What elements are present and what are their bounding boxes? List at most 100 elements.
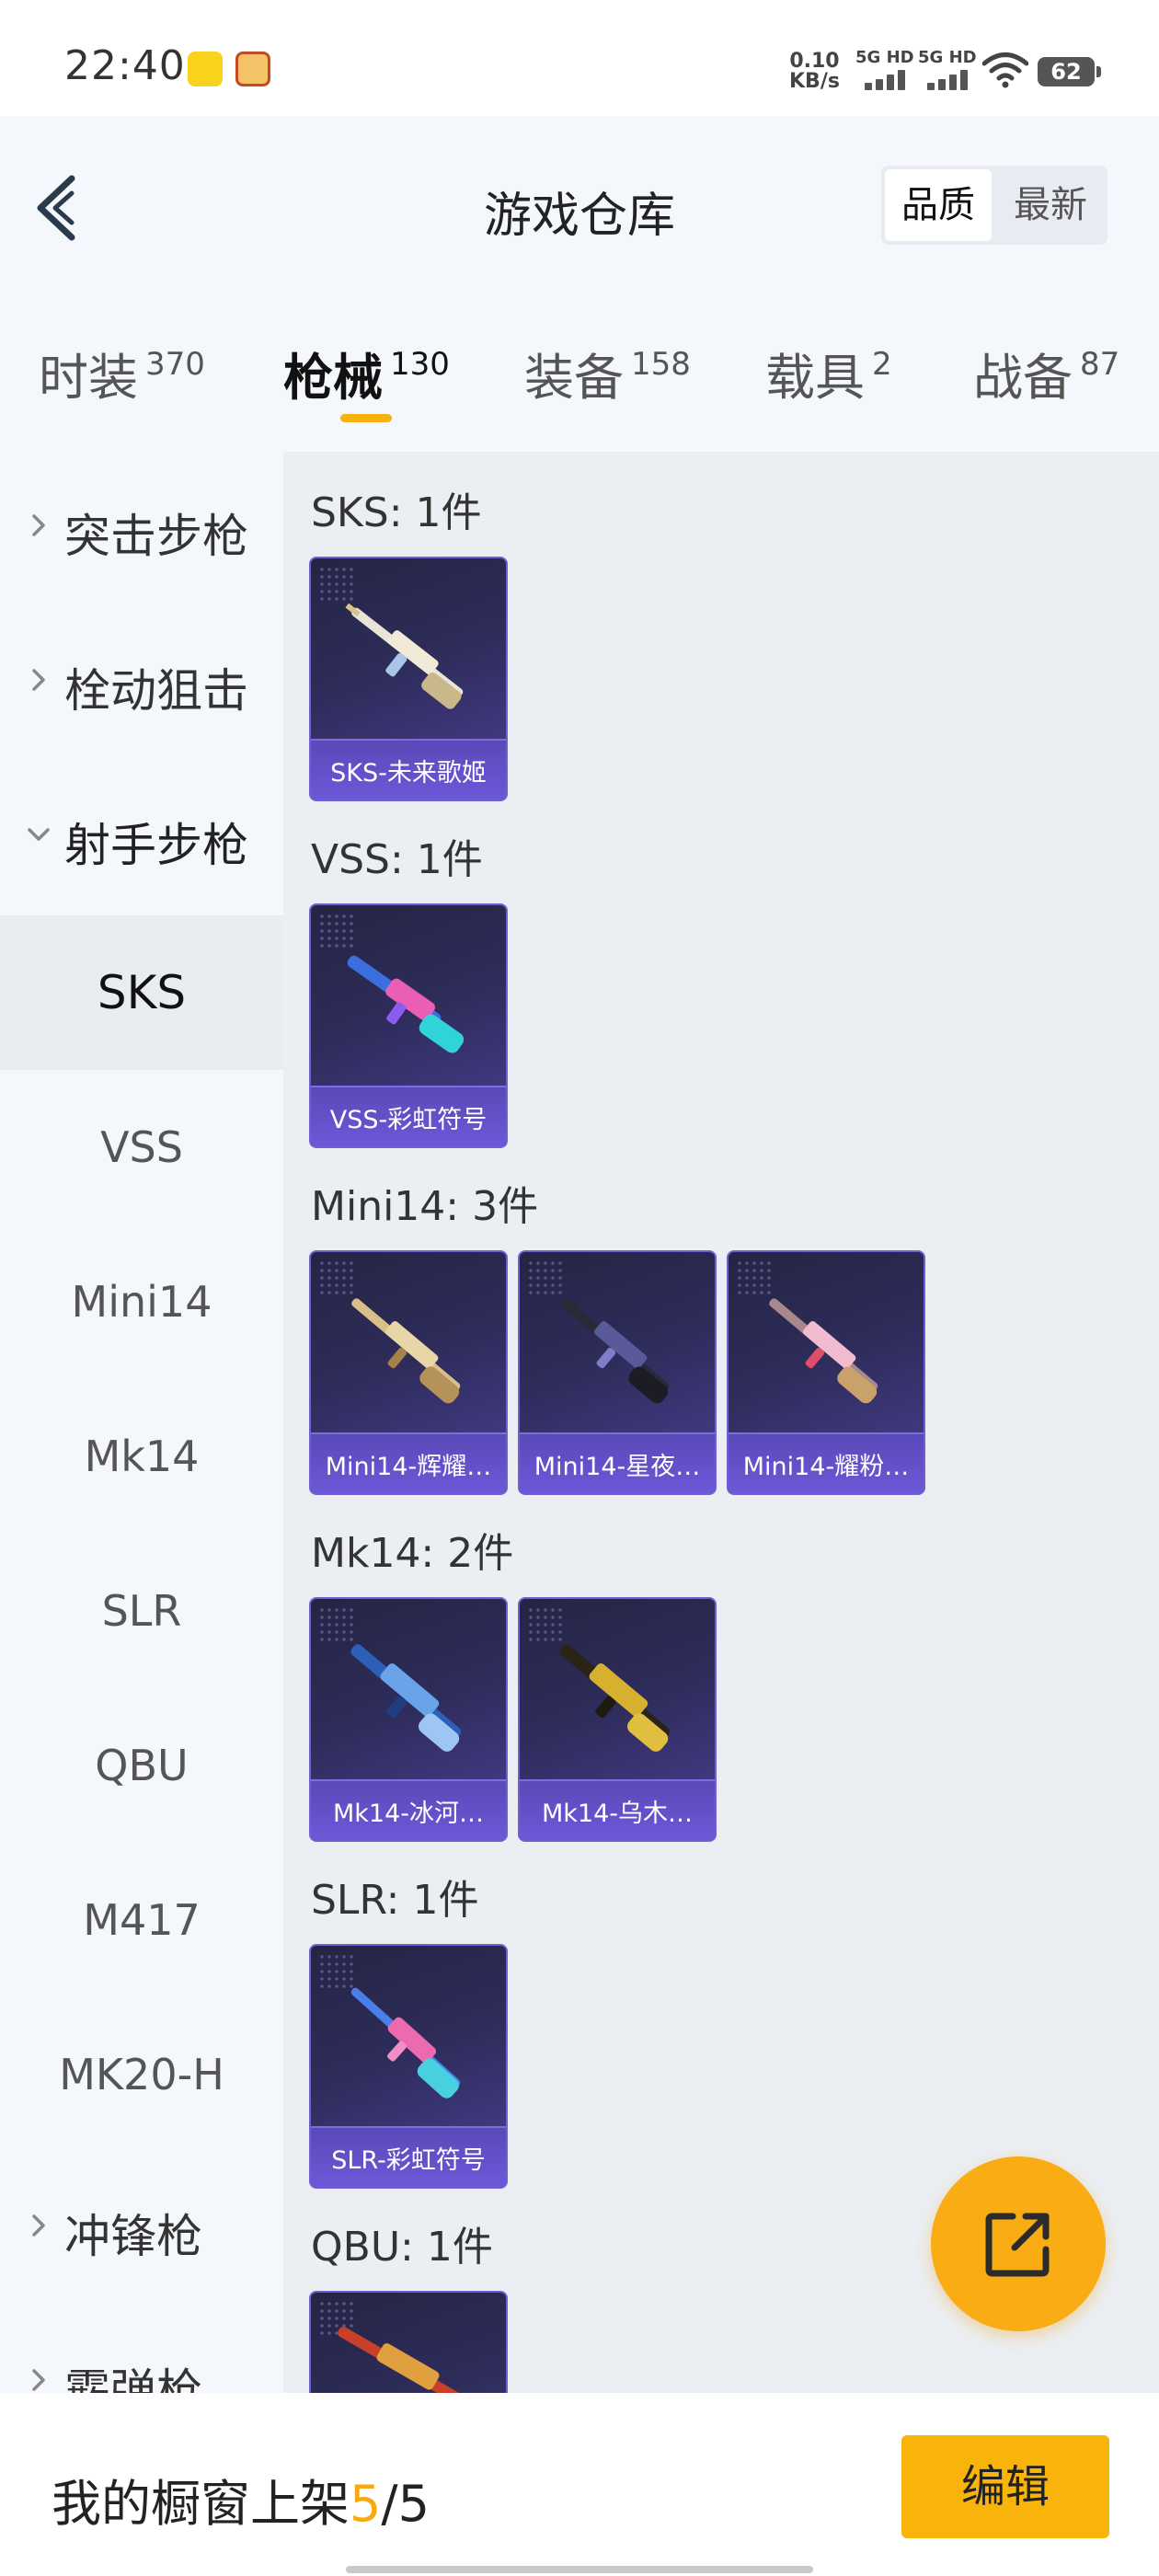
chevron-right-icon (32, 669, 45, 691)
showcase-bar: 我的橱窗上架5/5 编辑 (0, 2393, 1159, 2576)
section-title: Mk14: 2件 (311, 1530, 514, 1577)
sidebar-group-label: 突击步枪 (64, 510, 248, 563)
tab-equipment[interactable]: 装备 158 (524, 337, 691, 409)
chevron-down-icon (28, 828, 50, 841)
section-title: VSS: 1件 (311, 836, 483, 883)
home-indicator[interactable] (346, 2566, 813, 2573)
tab-count: 130 (390, 346, 450, 383)
sort-option-newest[interactable]: 最新 (997, 169, 1104, 241)
sidebar-group-shotgun[interactable]: 霰弹枪 (0, 2306, 283, 2393)
weapon-card-name: SKS-未来歌姬 (330, 759, 487, 788)
showcase-count-total: 5 (397, 2475, 430, 2533)
sidebar-group-bolt-sniper[interactable]: 栓动狙击 (0, 606, 283, 761)
category-tabs: 时装 370 枪械 130 装备 158 载具 2 战备 87 (0, 272, 1159, 452)
rifle-red-gold-icon (338, 2327, 460, 2393)
tab-fashion[interactable]: 时装 370 (39, 337, 205, 409)
section-title: SKS: 1件 (311, 489, 482, 536)
card-label-bar: SKS-未来歌姬 (311, 739, 506, 799)
tab-firearms[interactable]: 枪械 130 (283, 337, 450, 409)
sidebar-item-m417[interactable]: M417 (0, 1843, 283, 1997)
showcase-count-separator: / (381, 2475, 398, 2533)
card-label-bar: Mini14-星夜… (520, 1432, 715, 1493)
notification-app-icon (188, 52, 223, 86)
card-label-bar: Mk14-乌木… (520, 1779, 715, 1840)
card-label-bar: Mk14-冰河… (311, 1779, 506, 1840)
card-label-bar: Mini14-辉耀… (311, 1432, 506, 1493)
share-button[interactable] (931, 2156, 1106, 2331)
weapon-card-name: SLR-彩虹符号 (331, 2146, 486, 2175)
weapon-card[interactable]: Mini14-辉耀… (309, 1250, 508, 1495)
weapon-card[interactable]: Mini14-耀粉… (727, 1250, 925, 1495)
chevron-right-icon (32, 2214, 45, 2237)
signal-icon (865, 70, 909, 90)
showcase-label-text: 我的橱窗上架 (52, 2475, 350, 2533)
notification-app-icon (235, 52, 270, 86)
status-bar: 22:40 0.10 KB/s 5G HD 5G HD 62 (0, 0, 1159, 116)
weapon-card-name: Mini14-星夜… (534, 1453, 701, 1481)
section-title: Mini14: 3件 (311, 1183, 539, 1230)
sidebar-item-mk20h[interactable]: MK20-H (0, 1997, 283, 2152)
rifle-pink-gold-icon (769, 1298, 878, 1404)
sidebar-group-label: 栓动狙击 (64, 664, 248, 718)
sidebar-group-label: 射手步枪 (64, 819, 248, 872)
chevron-right-icon (32, 2369, 45, 2391)
weapon-card[interactable]: SKS-未来歌姬 (309, 557, 508, 801)
tab-count: 370 (145, 346, 205, 383)
sidebar-item-vss[interactable]: VSS (0, 1070, 283, 1225)
active-tab-indicator (340, 414, 392, 422)
section-title: QBU: 1件 (311, 2224, 493, 2271)
network-speed: 0.10 KB/s (789, 52, 840, 92)
weapon-card[interactable]: SLR-彩虹符号 (309, 1944, 508, 2189)
card-label-bar: VSS-彩虹符号 (311, 1086, 506, 1146)
tab-label: 枪械 (283, 349, 383, 407)
chevron-right-icon (32, 514, 45, 536)
tab-supplies[interactable]: 战备 87 (973, 337, 1119, 409)
weapon-card[interactable]: Mini14-星夜… (518, 1250, 717, 1495)
weapon-card-name: Mini14-耀粉… (742, 1453, 910, 1481)
weapon-card-name: Mini14-辉耀… (325, 1453, 492, 1481)
tab-label: 时装 (39, 349, 138, 407)
weapon-card-name: Mk14-冰河… (332, 1800, 485, 1828)
sidebar-group-label: 霰弹枪 (64, 2364, 202, 2393)
network-speed-unit: KB/s (789, 70, 840, 93)
tab-count: 2 (872, 346, 892, 383)
weapon-card[interactable]: Mk14-乌木… (518, 1597, 717, 1842)
weapon-list[interactable]: SKS: 1件 SKS-未来歌姬 VSS: 1件 VSS-彩虹符号 Mini14… (283, 452, 1159, 2393)
tab-label: 载具 (765, 349, 865, 407)
rifle-black-gold-icon (559, 1644, 671, 1752)
sidebar-group-label: 冲锋枪 (64, 2210, 202, 2263)
weapon-card[interactable] (309, 2291, 508, 2393)
sidebar-item-sks[interactable]: SKS (0, 915, 283, 1070)
sidebar-group-assault-rifle[interactable]: 突击步枪 (0, 452, 283, 606)
tab-vehicles[interactable]: 载具 2 (765, 337, 892, 409)
rifle-white-gold-icon (345, 603, 464, 709)
sidebar-group-marksman-rifle[interactable]: 射手步枪 (0, 761, 283, 915)
sim1-label: 5G HD (855, 48, 914, 67)
section-title: SLR: 1件 (311, 1877, 479, 1924)
rifle-dark-purple-icon (560, 1298, 670, 1404)
wifi-icon (982, 52, 1028, 88)
card-label-bar: SLR-彩虹符号 (311, 2126, 506, 2187)
sidebar-item-slr[interactable]: SLR (0, 1534, 283, 1688)
rifle-gold-icon (351, 1298, 461, 1404)
card-label-bar: Mini14-耀粉… (729, 1432, 924, 1493)
tab-label: 战备 (973, 349, 1073, 407)
battery-icon: 62 (1038, 57, 1101, 86)
sidebar-item-qbu[interactable]: QBU (0, 1688, 283, 1843)
weapon-card[interactable]: Mk14-冰河… (309, 1597, 508, 1842)
sidebar-group-smg[interactable]: 冲锋枪 (0, 2152, 283, 2306)
weapon-card[interactable]: VSS-彩虹符号 (309, 903, 508, 1148)
edit-button[interactable]: 编辑 (901, 2435, 1109, 2538)
rifle-blue-pink-icon (347, 955, 465, 1053)
sidebar-item-mini14[interactable]: Mini14 (0, 1225, 283, 1379)
signal-icon (927, 70, 971, 90)
share-icon (985, 2213, 1050, 2277)
tab-label: 装备 (524, 349, 624, 407)
sort-toggle: 品质 最新 (881, 166, 1107, 245)
status-time: 22:40 (64, 42, 186, 89)
sort-option-quality[interactable]: 品质 (885, 169, 992, 241)
sidebar-item-mk14[interactable]: Mk14 (0, 1379, 283, 1534)
weapon-type-sidebar: 突击步枪 栓动狙击 射手步枪 SKS VSS Mini14 Mk14 SLR Q… (0, 452, 283, 2393)
showcase-label: 我的橱窗上架5/5 (52, 2463, 430, 2536)
header: 游戏仓库 品质 最新 (0, 116, 1159, 272)
